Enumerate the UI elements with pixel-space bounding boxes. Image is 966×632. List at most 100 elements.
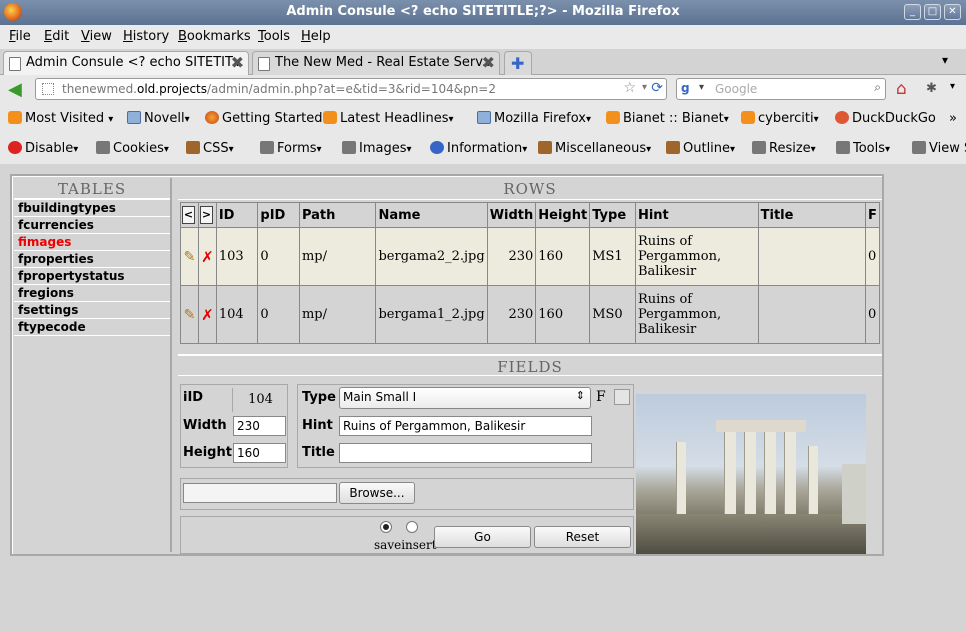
webdev-resize[interactable]: Resize▾: [752, 141, 816, 156]
col-title[interactable]: Title: [757, 202, 866, 228]
table-link-fregions[interactable]: fregions: [14, 285, 170, 302]
next-page-button[interactable]: >: [199, 206, 213, 224]
webdev-images[interactable]: Images▾: [342, 141, 412, 156]
bookmark-getting-started[interactable]: Getting Started: [205, 111, 323, 126]
insert-radio[interactable]: [406, 521, 418, 533]
webdev-miscellaneous[interactable]: Miscellaneous▾: [538, 141, 651, 156]
url-bar[interactable]: thenewmed.old.projects/admin/admin.php?a…: [35, 78, 667, 100]
width-input[interactable]: [233, 416, 286, 436]
cell-id: 103: [215, 227, 259, 286]
minimize-button[interactable]: _: [904, 4, 921, 20]
col-pid[interactable]: pID: [257, 202, 300, 228]
addon-bug-icon[interactable]: ✱: [926, 81, 937, 96]
menu-view[interactable]: View: [81, 29, 112, 44]
col-hint[interactable]: Hint: [634, 202, 759, 228]
webdev-disable[interactable]: Disable▾: [8, 141, 78, 156]
close-tab-icon[interactable]: ✖: [482, 53, 495, 72]
webdev-outline[interactable]: Outline▾: [666, 141, 735, 156]
webdev-label: Outline: [683, 141, 731, 156]
google-engine-icon[interactable]: g: [681, 81, 690, 95]
webdev-cookies[interactable]: Cookies▾: [96, 141, 169, 156]
table-link-ftypecode[interactable]: ftypecode: [14, 319, 170, 336]
webdev-forms[interactable]: Forms▾: [260, 141, 322, 156]
go-button[interactable]: Go: [434, 526, 531, 548]
back-arrow-icon[interactable]: ◀: [8, 79, 22, 100]
menu-history[interactable]: History: [123, 29, 169, 44]
browse-button[interactable]: Browse...: [339, 482, 415, 504]
table-link-fsettings[interactable]: fsettings: [14, 302, 170, 319]
new-tab-button[interactable]: ✚: [504, 51, 532, 75]
rss-icon: [606, 111, 620, 124]
bookmark-duckduckgo[interactable]: DuckDuckGo: [835, 111, 936, 126]
col-id[interactable]: ID: [215, 202, 259, 228]
table-row[interactable]: ✎ ✗ 103 0 mp/ bergama2_2.jpg 230 160 MS1…: [180, 227, 881, 286]
tools-icon: [836, 141, 850, 154]
table-link-fbuildingtypes[interactable]: fbuildingtypes: [14, 200, 170, 217]
bookmark-latest-headlines[interactable]: Latest Headlines▾: [323, 111, 454, 126]
prev-page-button[interactable]: <: [182, 206, 195, 224]
edit-pencil-icon[interactable]: ✎: [184, 249, 196, 265]
bookmark-star-icon[interactable]: ☆: [623, 80, 636, 96]
type-select[interactable]: Main Small I ⇕: [339, 387, 591, 409]
menu-tools[interactable]: Tools: [258, 29, 290, 44]
disable-icon: [8, 141, 22, 154]
bookmark-mozilla-firefox[interactable]: Mozilla Firefox▾: [477, 111, 591, 126]
bookmark-novell[interactable]: Novell▾: [127, 111, 190, 126]
bookmark-cyberciti[interactable]: cyberciti▾: [741, 111, 819, 126]
table-link-fpropertystatus[interactable]: fpropertystatus: [14, 268, 170, 285]
col-height[interactable]: Height: [535, 202, 591, 228]
col-f[interactable]: F: [864, 202, 881, 228]
webdev-tools[interactable]: Tools▾: [836, 141, 890, 156]
bookmark-bianet[interactable]: Bianet :: Bianet▾: [606, 111, 729, 126]
site-identity-icon[interactable]: [42, 83, 54, 95]
title-input[interactable]: [339, 443, 592, 463]
cell-id: 104: [215, 285, 259, 344]
close-window-button[interactable]: ✕: [944, 4, 961, 20]
most-visited-icon: [8, 111, 22, 124]
rows-table: < > ID pID Path Name Width Height Type H…: [180, 202, 881, 344]
tab-list-chevron-icon[interactable]: ▾: [942, 53, 948, 67]
cell-width: 230: [486, 227, 537, 286]
url-history-chevron-icon[interactable]: ▾: [642, 82, 647, 93]
webdev-information[interactable]: Information▾: [430, 141, 527, 156]
height-input[interactable]: [233, 443, 286, 463]
hint-input[interactable]: [339, 416, 592, 436]
webdev-view-source[interactable]: View S: [912, 141, 966, 156]
webdev-label: Disable: [25, 141, 74, 156]
webdev-css[interactable]: CSS▾: [186, 141, 234, 156]
close-tab-icon[interactable]: ✖: [231, 53, 244, 72]
search-magnifier-icon[interactable]: ⌕: [874, 80, 881, 95]
search-input[interactable]: g ▾ Google ⌕: [676, 78, 886, 100]
delete-x-icon[interactable]: ✗: [201, 248, 214, 266]
reload-icon[interactable]: ⟳: [651, 80, 663, 96]
table-link-fimages[interactable]: fimages: [14, 234, 170, 251]
file-path-input[interactable]: [183, 483, 337, 503]
menu-help[interactable]: Help: [301, 29, 331, 44]
bookmarks-overflow-icon[interactable]: »: [949, 111, 957, 126]
engine-chevron-icon[interactable]: ▾: [699, 82, 704, 93]
home-icon[interactable]: ⌂: [896, 79, 907, 99]
f-checkbox[interactable]: [614, 389, 630, 405]
table-link-fcurrencies[interactable]: fcurrencies: [14, 217, 170, 234]
col-type[interactable]: Type: [589, 202, 636, 228]
save-radio[interactable]: [380, 521, 392, 533]
delete-x-icon[interactable]: ✗: [201, 306, 214, 324]
reset-button[interactable]: Reset: [534, 526, 631, 548]
menu-bookmarks[interactable]: Bookmarks: [178, 29, 251, 44]
col-path[interactable]: Path: [298, 202, 377, 228]
page-icon: [9, 57, 21, 71]
bookmark-most-visited[interactable]: Most Visited ▾: [8, 111, 113, 126]
addon-chevron-icon[interactable]: ▾: [950, 81, 955, 92]
folder-icon: [127, 111, 141, 124]
table-row[interactable]: ✎ ✗ 104 0 mp/ bergama1_2.jpg 230 160 MS0…: [180, 285, 881, 344]
tab-admin-console[interactable]: Admin Consule <? echo SITETIT... ✖: [3, 51, 249, 75]
menu-file[interactable]: File: [9, 29, 31, 44]
edit-pencil-icon[interactable]: ✎: [184, 307, 196, 323]
tab-new-med[interactable]: The New Med - Real Estate Serv... ✖: [252, 51, 500, 75]
col-width[interactable]: Width: [486, 202, 537, 228]
maximize-button[interactable]: □: [924, 4, 941, 20]
table-link-fproperties[interactable]: fproperties: [14, 251, 170, 268]
menu-edit[interactable]: Edit: [44, 29, 69, 44]
col-name[interactable]: Name: [375, 202, 488, 228]
cell-path: mp/: [298, 227, 377, 286]
